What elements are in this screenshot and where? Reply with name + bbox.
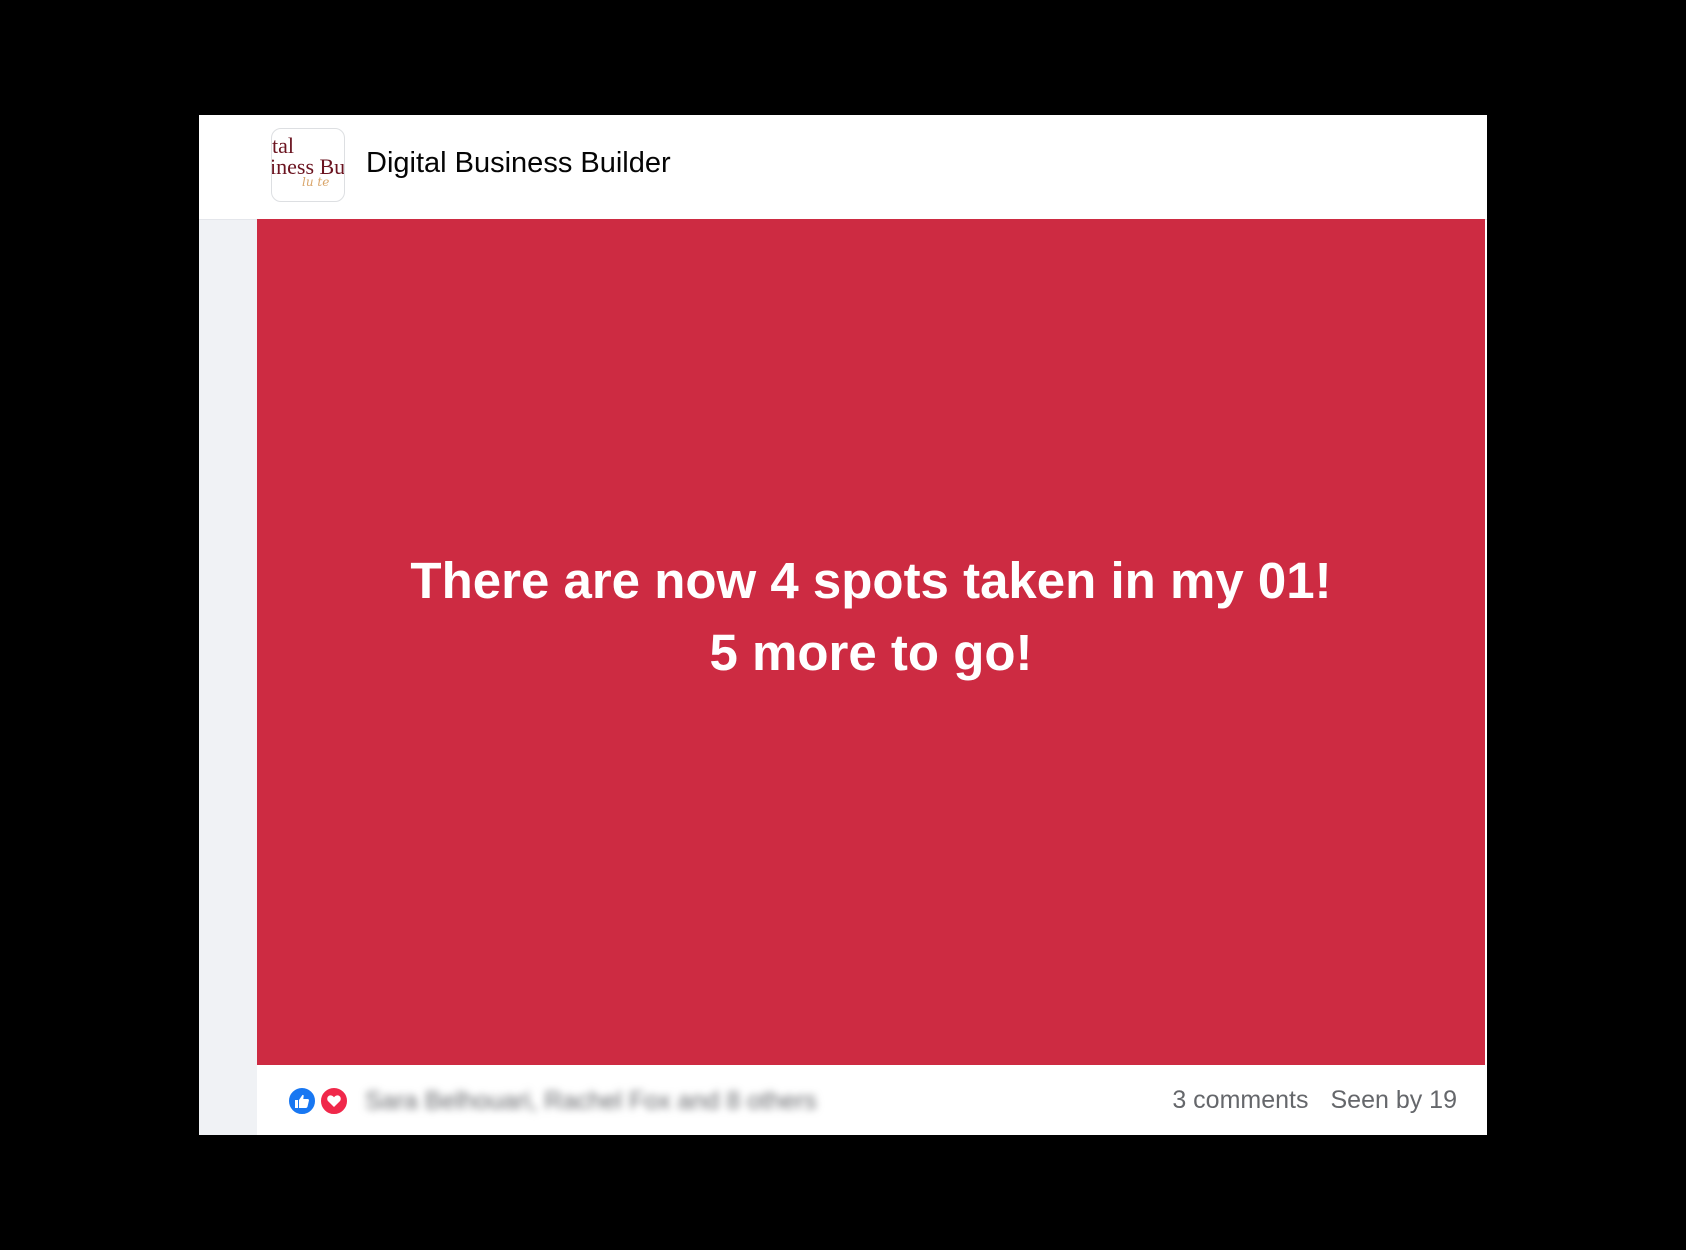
comments-count-link[interactable]: 3 comments bbox=[1172, 1086, 1308, 1114]
post-stats: 3 comments Seen by 19 bbox=[1172, 1086, 1457, 1115]
love-icon[interactable] bbox=[319, 1086, 349, 1116]
logo-script: lu te bbox=[302, 175, 330, 189]
post-text-line: There are now 4 spots taken in my 01! bbox=[410, 552, 1332, 609]
post-footer: Sara Belhouari, Rachel Fox and 8 others … bbox=[257, 1065, 1487, 1135]
reactors-list[interactable]: Sara Belhouari, Rachel Fox and 8 others bbox=[365, 1087, 817, 1116]
seen-by-link[interactable]: Seen by 19 bbox=[1331, 1086, 1458, 1114]
post-text-line: 5 more to go! bbox=[709, 624, 1033, 681]
post-header: tal iness Bui lu te Digital Business Bui… bbox=[199, 115, 1487, 220]
post-background: There are now 4 spots taken in my 01! 5 … bbox=[257, 219, 1485, 1065]
post-text: There are now 4 spots taken in my 01! 5 … bbox=[257, 219, 1485, 1065]
side-strip bbox=[199, 220, 257, 1135]
group-avatar[interactable]: tal iness Bui lu te bbox=[271, 128, 345, 202]
group-name-link[interactable]: Digital Business Builder bbox=[366, 147, 671, 180]
post-card: tal iness Bui lu te Digital Business Bui… bbox=[199, 115, 1487, 1135]
like-icon[interactable] bbox=[287, 1086, 317, 1116]
